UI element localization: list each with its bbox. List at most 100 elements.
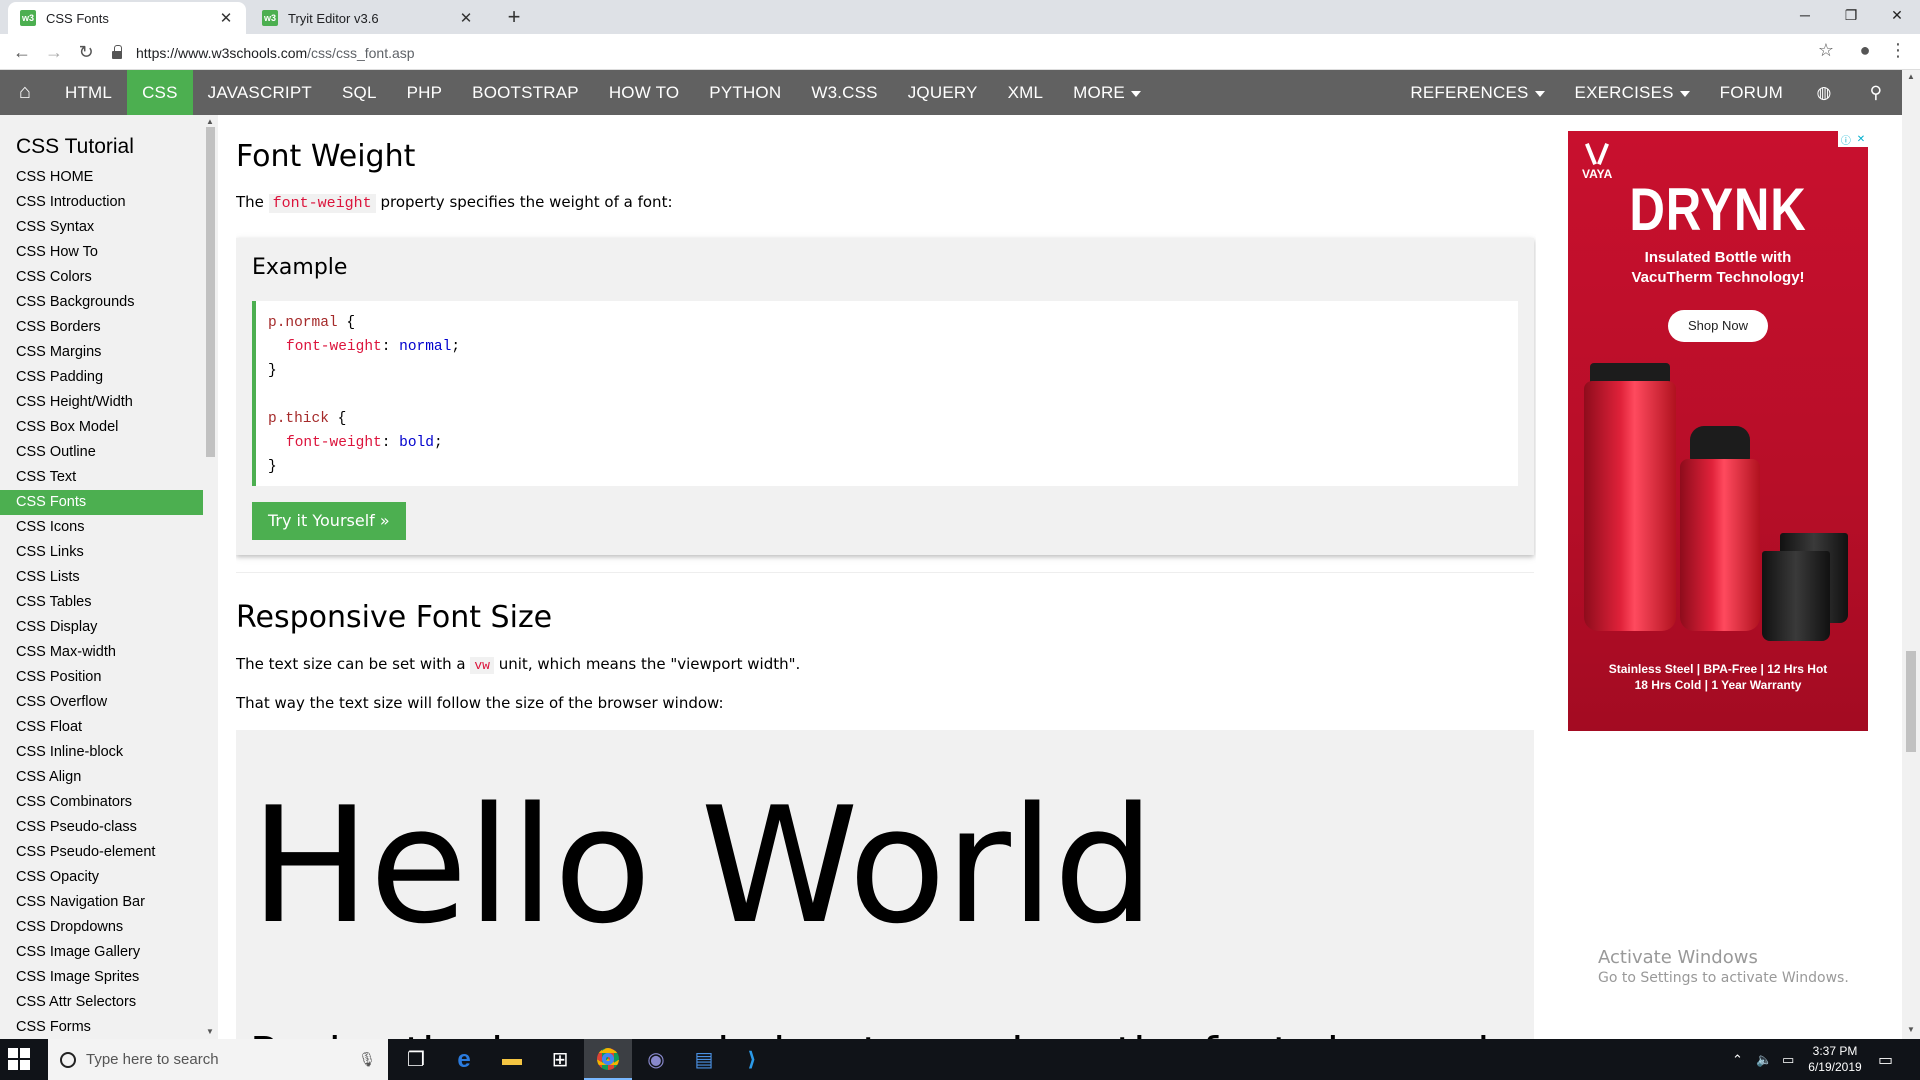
taskbar-search-box[interactable]: Type here to search 🎙 (48, 1039, 388, 1080)
microphone-icon[interactable]: 🎙 (358, 1051, 376, 1068)
sidebar-item-css-fonts[interactable]: CSS Fonts (0, 490, 203, 515)
tab-css-fonts[interactable]: w3 CSS Fonts ✕ (8, 2, 246, 34)
url-field[interactable]: https://www.w3schools.com/css/css_font.a… (112, 42, 1817, 64)
store-icon[interactable]: ⊞ (536, 1039, 584, 1080)
nav-html[interactable]: HTML (50, 70, 127, 115)
notepad-icon[interactable]: ▤ (680, 1039, 728, 1080)
sidebar-item-css-outline[interactable]: CSS Outline (0, 440, 203, 465)
sidebar-item-css-links[interactable]: CSS Links (0, 540, 203, 565)
sidebar-item-css-forms[interactable]: CSS Forms (0, 1015, 203, 1039)
sidebar-item-css-icons[interactable]: CSS Icons (0, 515, 203, 540)
network-icon[interactable]: ▭ (1782, 1039, 1794, 1080)
scroll-up-arrow-icon[interactable]: ▲ (1907, 72, 1915, 81)
nav-bootstrap[interactable]: BOOTSTRAP (457, 70, 594, 115)
sidebar-item-css-image-sprites[interactable]: CSS Image Sprites (0, 965, 203, 990)
eclipse-icon[interactable]: ◉ (632, 1039, 680, 1080)
sidebar-item-css-how-to[interactable]: CSS How To (0, 240, 203, 265)
task-view-icon[interactable]: ❐ (392, 1039, 440, 1080)
sidebar-item-css-height-width[interactable]: CSS Height/Width (0, 390, 203, 415)
sidebar-item-css-attr-selectors[interactable]: CSS Attr Selectors (0, 990, 203, 1015)
sidebar-item-css-combinators[interactable]: CSS Combinators (0, 790, 203, 815)
file-explorer-icon[interactable]: ▬ (488, 1039, 536, 1080)
sidebar-item-css-inline-block[interactable]: CSS Inline-block (0, 740, 203, 765)
nav-exercises[interactable]: EXERCISES (1560, 70, 1705, 115)
sidebar-item-css-pseudo-element[interactable]: CSS Pseudo-element (0, 840, 203, 865)
advertisement[interactable]: ⓘ ✕ VAYA DRYNK Insulated Bottle with Vacu… (1568, 131, 1868, 731)
nav-javascript[interactable]: JAVASCRIPT (193, 70, 327, 115)
sidebar-item-css-text[interactable]: CSS Text (0, 465, 203, 490)
chrome-icon[interactable] (584, 1039, 632, 1080)
sidebar-item-css-position[interactable]: CSS Position (0, 665, 203, 690)
sidebar-item-css-lists[interactable]: CSS Lists (0, 565, 203, 590)
paragraph-vw: The text size can be set with a vw unit,… (236, 655, 800, 674)
close-tab-icon[interactable]: ✕ (218, 9, 234, 27)
nav-forum[interactable]: FORUM (1705, 70, 1798, 115)
sidebar-item-css-navigation-bar[interactable]: CSS Navigation Bar (0, 890, 203, 915)
nav-how-to[interactable]: HOW TO (594, 70, 694, 115)
account-icon[interactable]: ● (1853, 40, 1877, 61)
globe-icon[interactable]: ◍ (1798, 70, 1850, 115)
sidebar-item-css-colors[interactable]: CSS Colors (0, 265, 203, 290)
sidebar-item-css-dropdowns[interactable]: CSS Dropdowns (0, 915, 203, 940)
shop-now-button[interactable]: Shop Now (1668, 310, 1768, 342)
sidebar-item-css-margins[interactable]: CSS Margins (0, 340, 203, 365)
nav-w3css[interactable]: W3.CSS (796, 70, 892, 115)
sidebar-item-css-float[interactable]: CSS Float (0, 715, 203, 740)
nav-xml[interactable]: XML (993, 70, 1059, 115)
page-scroll-thumb[interactable] (1906, 651, 1916, 752)
nav-python[interactable]: PYTHON (694, 70, 796, 115)
sidebar-item-css-overflow[interactable]: CSS Overflow (0, 690, 203, 715)
forward-arrow-icon[interactable]: → (42, 40, 66, 64)
notifications-icon[interactable]: ▭ (1878, 1039, 1893, 1080)
nav-more[interactable]: MORE (1058, 70, 1156, 115)
search-icon[interactable]: ⚲ (1850, 70, 1902, 115)
code-block: p.normal { font-weight: normal; } p.thic… (252, 301, 1518, 486)
scroll-down-arrow-icon[interactable]: ▼ (206, 1027, 214, 1036)
minimize-button[interactable]: ─ (1782, 0, 1828, 30)
sidebar-scroll-thumb[interactable] (206, 127, 215, 457)
sidebar-item-css-align[interactable]: CSS Align (0, 765, 203, 790)
nav-php[interactable]: PHP (392, 70, 458, 115)
sidebar-item-css-max-width[interactable]: CSS Max-width (0, 640, 203, 665)
sidebar-item-css-box-model[interactable]: CSS Box Model (0, 415, 203, 440)
volume-icon[interactable]: 🔈 (1756, 1039, 1772, 1080)
close-tab-icon[interactable]: ✕ (458, 9, 474, 27)
scroll-down-arrow-icon[interactable]: ▼ (1907, 1025, 1915, 1034)
nav-jquery[interactable]: JQUERY (893, 70, 993, 115)
tray-chevron-icon[interactable]: ⌃ (1732, 1039, 1743, 1080)
sidebar-item-css-display[interactable]: CSS Display (0, 615, 203, 640)
sidebar-item-css-image-gallery[interactable]: CSS Image Gallery (0, 940, 203, 965)
sidebar-scrollbar[interactable]: ▲ ▼ (203, 115, 218, 1039)
maximize-button[interactable]: ❐ (1828, 0, 1874, 30)
sidebar-item-css-home[interactable]: CSS HOME (0, 165, 203, 190)
clock-time: 3:37 PM (1812, 1044, 1858, 1058)
close-window-button[interactable]: ✕ (1874, 0, 1920, 30)
edge-icon[interactable]: e (440, 1039, 488, 1080)
sidebar-item-css-opacity[interactable]: CSS Opacity (0, 865, 203, 890)
sidebar-item-css-tables[interactable]: CSS Tables (0, 590, 203, 615)
reload-icon[interactable]: ↻ (74, 40, 98, 64)
new-tab-button[interactable]: + (500, 4, 528, 30)
sidebar-item-css-backgrounds[interactable]: CSS Backgrounds (0, 290, 203, 315)
sidebar-item-css-syntax[interactable]: CSS Syntax (0, 215, 203, 240)
windows-start-icon[interactable] (8, 1048, 32, 1072)
nav-references[interactable]: REFERENCES (1395, 70, 1559, 115)
nav-css[interactable]: CSS (127, 70, 193, 115)
bookmark-star-icon[interactable]: ☆ (1814, 40, 1838, 61)
page-scrollbar[interactable]: ▲ ▼ (1902, 70, 1920, 1039)
nav-sql[interactable]: SQL (327, 70, 392, 115)
tab-tryit-editor[interactable]: w3 Tryit Editor v3.6 ✕ (250, 2, 486, 34)
sidebar-item-css-borders[interactable]: CSS Borders (0, 315, 203, 340)
taskbar-clock[interactable]: 3:37 PM 6/19/2019 (1805, 1043, 1865, 1075)
menu-dots-icon[interactable]: ⋮ (1886, 40, 1910, 61)
sidebar-item-css-padding[interactable]: CSS Padding (0, 365, 203, 390)
ad-choices-icon[interactable]: ⓘ ✕ (1838, 131, 1868, 147)
url-path: /css/css_font.asp (307, 45, 415, 61)
back-arrow-icon[interactable]: ← (10, 40, 34, 64)
try-it-yourself-button[interactable]: Try it Yourself » (252, 502, 406, 540)
home-icon[interactable]: ⌂ (0, 70, 50, 115)
sidebar-item-css-pseudo-class[interactable]: CSS Pseudo-class (0, 815, 203, 840)
scroll-up-arrow-icon[interactable]: ▲ (206, 117, 214, 126)
sidebar-item-css-introduction[interactable]: CSS Introduction (0, 190, 203, 215)
vscode-icon[interactable]: ⟩ (728, 1039, 776, 1080)
